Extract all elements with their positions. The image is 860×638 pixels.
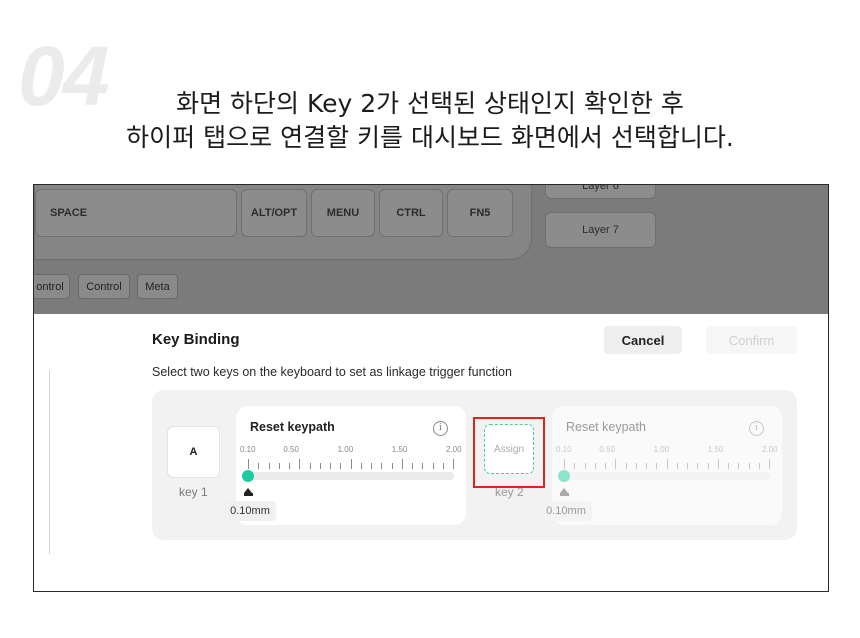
- key2-tick: [769, 459, 770, 469]
- key1-tick: [432, 463, 434, 469]
- key1-value-badge: 0.10mm: [224, 501, 276, 521]
- key2-tick: [564, 459, 565, 469]
- key2-value-badge: 0.10mm: [540, 501, 592, 521]
- key1-tick: [278, 463, 280, 469]
- key2-tick: [625, 463, 627, 469]
- key2-info-icon[interactable]: i: [749, 421, 764, 436]
- key2-tick: [687, 463, 688, 469]
- modifier-control-partial[interactable]: ontrol: [34, 274, 70, 299]
- divider-line: [49, 370, 50, 554]
- key1-label: key 1: [179, 485, 208, 499]
- instruction-heading-line1: 화면 하단의 Key 2가 선택된 상태인지 확인한 후: [176, 89, 684, 118]
- keyboard-layout: SPACE ALT/OPT MENU CTRL FN5: [34, 185, 532, 260]
- dialog-subtitle: Select two keys on the keyboard to set a…: [152, 365, 512, 379]
- key-space[interactable]: SPACE: [35, 189, 237, 237]
- key2-tick-marks: [564, 458, 770, 469]
- key2-tick: [584, 463, 586, 469]
- key2-tick: [656, 463, 658, 469]
- highlight-box: [473, 417, 545, 488]
- key2-tick: [666, 459, 668, 469]
- key2-tick: [574, 463, 576, 469]
- key2-tick: [594, 463, 596, 469]
- key2-tick: [717, 459, 719, 469]
- key2-tick: [697, 463, 699, 469]
- key2-slider-thumb[interactable]: [558, 470, 570, 482]
- key1-tick: [391, 463, 393, 469]
- key1-tick: [258, 463, 260, 469]
- key1-tick: [309, 463, 311, 469]
- confirm-button[interactable]: Confirm: [706, 326, 797, 354]
- key1-tick: [350, 459, 352, 469]
- dashboard-overlay: SPACE ALT/OPT MENU CTRL FN5 Layer 6 Laye…: [34, 185, 828, 314]
- key1-tick: [248, 459, 249, 469]
- key2-scale-label: 1.50: [707, 445, 724, 454]
- key2-tick: [605, 463, 606, 469]
- key1-slider-track[interactable]: [248, 472, 454, 480]
- key1-tick: [268, 463, 270, 469]
- key1-info-icon[interactable]: i: [433, 421, 448, 436]
- key1-tick: [340, 463, 342, 469]
- key2-position-marker-base: [559, 493, 569, 496]
- key1-tick: [412, 463, 413, 469]
- key1-scale-label: 1.50: [391, 445, 408, 454]
- key2-scale-label: 0.50: [599, 445, 615, 454]
- dialog-title: Key Binding: [152, 331, 240, 348]
- key1-tick: [330, 463, 331, 469]
- key1-keycap[interactable]: A: [167, 426, 220, 478]
- key2-tick: [728, 463, 729, 469]
- app-screenshot: SPACE ALT/OPT MENU CTRL FN5 Layer 6 Laye…: [33, 184, 829, 592]
- instruction-heading-line2: 하이퍼 탭으로 연결할 키를 대시보드 화면에서 선택합니다.: [126, 123, 734, 152]
- key1-tick: [442, 463, 444, 469]
- key-alt-opt[interactable]: ALT/OPT: [241, 189, 307, 237]
- key2-tick: [615, 459, 617, 469]
- key1-tick: [401, 459, 403, 469]
- key1-tick: [422, 463, 424, 469]
- key-menu[interactable]: MENU: [311, 189, 375, 237]
- key-ctrl[interactable]: CTRL: [379, 189, 443, 237]
- key2-card-title: Reset keypath: [566, 420, 646, 434]
- key1-scale-label: 0.50: [283, 445, 299, 454]
- key2-tick: [748, 463, 750, 469]
- key2-tick: [758, 463, 760, 469]
- key1-tick: [299, 459, 301, 469]
- modifier-meta[interactable]: Meta: [137, 274, 178, 299]
- cancel-button[interactable]: Cancel: [604, 326, 682, 354]
- key2-tick: [646, 463, 647, 469]
- key2-scale-label: 1.00: [653, 445, 670, 454]
- key1-slider-thumb[interactable]: [242, 470, 254, 482]
- layer-6-button[interactable]: Layer 6: [545, 185, 656, 199]
- key1-tick: [453, 459, 454, 469]
- key2-tick: [635, 463, 637, 469]
- key1-scale-label: 0.10: [240, 445, 256, 454]
- key1-scale-label: 1.00: [337, 445, 354, 454]
- key2-slider-track[interactable]: [564, 472, 770, 480]
- key2-scale-label: 2.00: [762, 445, 778, 454]
- key1-tick: [381, 463, 383, 469]
- key1-tick: [289, 463, 290, 469]
- modifier-control[interactable]: Control: [78, 274, 130, 299]
- key2-tick: [738, 463, 740, 469]
- key2-tick: [676, 463, 678, 469]
- key2-scale-label: 0.10: [556, 445, 572, 454]
- key-fn5[interactable]: FN5: [447, 189, 513, 237]
- key2-tick: [707, 463, 709, 469]
- key1-card-title: Reset keypath: [250, 420, 335, 434]
- key1-tick: [371, 463, 372, 469]
- key1-tick: [319, 463, 321, 469]
- key1-scale-label: 2.00: [446, 445, 462, 454]
- layer-7-button[interactable]: Layer 7: [545, 212, 656, 248]
- key1-tick: [360, 463, 362, 469]
- key1-tick-marks: [248, 458, 454, 469]
- key1-position-marker-base: [243, 493, 253, 496]
